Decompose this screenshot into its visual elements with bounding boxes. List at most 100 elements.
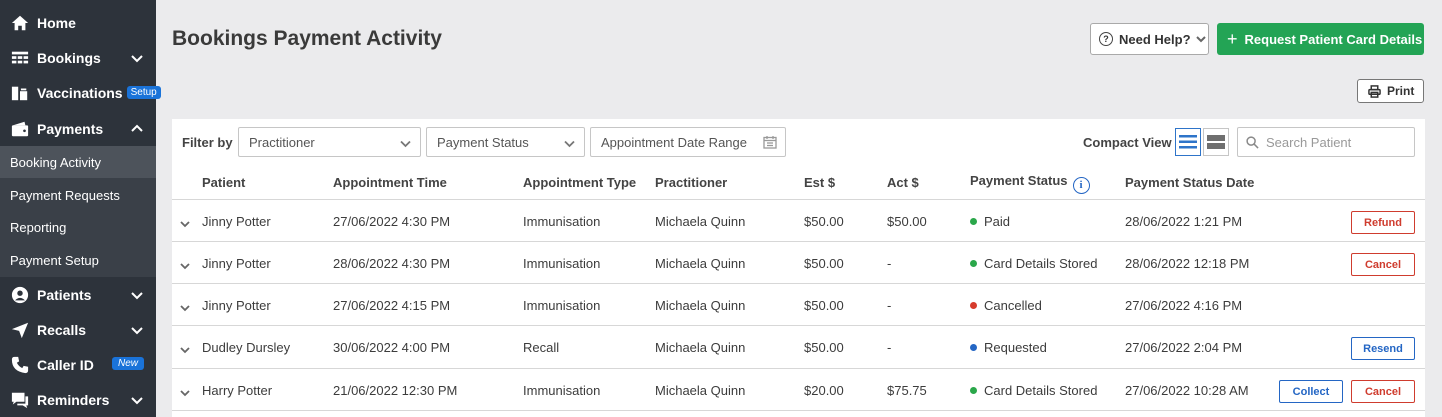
payment-status-date-cell: 27/06/2022 2:04 PM — [1125, 340, 1243, 355]
sidebar-item-label: Home — [37, 14, 76, 31]
practitioner-select[interactable]: Practitioner — [238, 127, 421, 157]
sidebar-item-label: Reminders — [37, 391, 110, 408]
column-header-est: Est $ — [804, 175, 836, 190]
status-text: Requested — [984, 340, 1047, 355]
est-cell: $50.00 — [804, 256, 844, 271]
search-placeholder: Search Patient — [1266, 134, 1352, 150]
payment-status-cell: Card Details Stored — [970, 256, 1097, 271]
request-patient-card-details-button[interactable]: + Request Patient Card Details — [1217, 23, 1424, 55]
est-cell: $50.00 — [804, 214, 844, 229]
refund-button[interactable]: Refund — [1351, 211, 1415, 234]
list-view-toggle[interactable] — [1175, 128, 1201, 156]
table-row: Jinny Potter 28/06/2022 4:30 PM Immunisa… — [172, 241, 1425, 283]
chevron-down-icon — [564, 137, 575, 152]
sidebar-item-recalls[interactable]: Recalls — [0, 312, 156, 347]
payment-status-date-cell: 28/06/2022 1:21 PM — [1125, 214, 1243, 229]
column-header-practitioner: Practitioner — [655, 175, 728, 190]
status-dot — [970, 387, 977, 394]
search-icon — [1246, 135, 1259, 149]
compact-view-toggle[interactable] — [1203, 128, 1229, 156]
patient-icon — [11, 286, 29, 304]
expand-chevron-icon[interactable] — [180, 342, 190, 360]
sidebar-item-reminders[interactable]: Reminders — [0, 382, 156, 417]
act-cell: - — [887, 256, 892, 271]
appointment-type-cell: Recall — [523, 340, 560, 355]
resend-button[interactable]: Resend — [1351, 337, 1415, 360]
request-label: Request Patient Card Details — [1244, 31, 1423, 47]
status-text: Card Details Stored — [984, 383, 1098, 398]
status-text: Paid — [984, 214, 1011, 229]
chevron-down-icon — [400, 137, 411, 152]
chevron-down-icon — [130, 51, 144, 65]
patient-cell: Jinny Potter — [202, 298, 271, 313]
search-patient-input[interactable]: Search Patient — [1237, 127, 1415, 157]
table-row: Dudley Dursley 30/06/2022 4:00 PM Recall… — [172, 325, 1425, 367]
chevron-down-icon — [130, 288, 144, 302]
chevron-down-icon — [130, 393, 144, 407]
expand-chevron-icon[interactable] — [180, 385, 190, 403]
cancel-button[interactable]: Cancel — [1351, 253, 1415, 276]
sidebar-item-payments[interactable]: Payments — [0, 111, 156, 146]
printer-icon — [1368, 84, 1381, 98]
column-header-appointment-type: Appointment Type — [523, 175, 637, 190]
status-dot — [970, 302, 977, 309]
act-cell: - — [887, 340, 892, 355]
table-row: Harry Potter 21/06/2022 12:30 PM Immunis… — [172, 368, 1425, 410]
phone-icon — [11, 356, 29, 374]
sidebar-item-vaccinations[interactable]: Vaccinations Setup — [0, 75, 161, 110]
appointment-date-range-input[interactable]: Appointment Date Range — [590, 127, 786, 157]
sidebar-item-bookings[interactable]: Bookings — [0, 40, 156, 75]
send-icon — [11, 321, 29, 339]
collect-button[interactable]: Collect — [1279, 380, 1343, 403]
table-row: Jinny Potter 27/06/2022 4:15 PM Immunisa… — [172, 283, 1425, 325]
appointment-type-cell: Immunisation — [523, 214, 601, 229]
chevron-down-icon — [1195, 32, 1206, 47]
question-icon: ? — [1099, 32, 1113, 46]
sidebar-subitem-reporting[interactable]: Reporting — [0, 211, 156, 243]
print-label: Print — [1387, 84, 1415, 98]
status-dot — [970, 260, 977, 267]
sidebar-item-patients[interactable]: Patients — [0, 277, 156, 312]
wallet-icon — [11, 120, 29, 138]
est-cell: $50.00 — [804, 298, 844, 313]
payment-status-date-cell: 27/06/2022 4:16 PM — [1125, 298, 1243, 313]
chevron-up-icon — [130, 122, 144, 136]
payment-status-select[interactable]: Payment Status — [426, 127, 585, 157]
expand-chevron-icon[interactable] — [180, 300, 190, 318]
payment-status-header-label: Payment Status — [970, 173, 1068, 188]
new-badge: New — [111, 357, 144, 370]
sidebar-item-caller-id[interactable]: Caller ID New — [0, 347, 156, 382]
expand-chevron-icon[interactable] — [180, 216, 190, 234]
calendar-grid-icon — [11, 49, 29, 67]
plus-icon: + — [1227, 29, 1238, 49]
info-icon[interactable]: i — [1072, 176, 1090, 194]
status-text: Card Details Stored — [984, 256, 1098, 271]
sidebar-subitem-payment-requests[interactable]: Payment Requests — [0, 179, 156, 211]
sidebar-item-label: Vaccinations — [37, 84, 123, 101]
date-range-placeholder: Appointment Date Range — [601, 134, 747, 150]
sidebar-item-label: Payments — [37, 120, 104, 137]
status-dot — [970, 218, 977, 225]
appointment-time-cell: 30/06/2022 4:00 PM — [333, 340, 451, 355]
payment-status-cell: Requested — [970, 340, 1047, 355]
sidebar-subitem-payment-setup[interactable]: Payment Setup — [0, 244, 156, 276]
appointment-type-cell: Immunisation — [523, 256, 601, 271]
chat-icon — [11, 391, 29, 409]
patient-cell: Jinny Potter — [202, 256, 271, 271]
practitioner-cell: Michaela Quinn — [655, 340, 746, 355]
practitioner-cell: Michaela Quinn — [655, 214, 746, 229]
column-header-act: Act $ — [887, 175, 919, 190]
home-icon — [11, 14, 29, 32]
payment-status-select-value: Payment Status — [437, 134, 529, 150]
cancel-button[interactable]: Cancel — [1351, 380, 1415, 403]
sidebar-item-home[interactable]: Home — [0, 5, 156, 40]
appointment-time-cell: 27/06/2022 4:15 PM — [333, 298, 451, 313]
est-cell: $20.00 — [804, 383, 844, 398]
need-help-button[interactable]: ? Need Help? — [1090, 23, 1209, 55]
sidebar-subitem-booking-activity[interactable]: Booking Activity — [0, 146, 156, 178]
status-text: Cancelled — [984, 298, 1042, 313]
print-button[interactable]: Print — [1357, 79, 1424, 103]
status-dot — [970, 344, 977, 351]
expand-chevron-icon[interactable] — [180, 258, 190, 276]
list-icon — [1179, 135, 1197, 149]
